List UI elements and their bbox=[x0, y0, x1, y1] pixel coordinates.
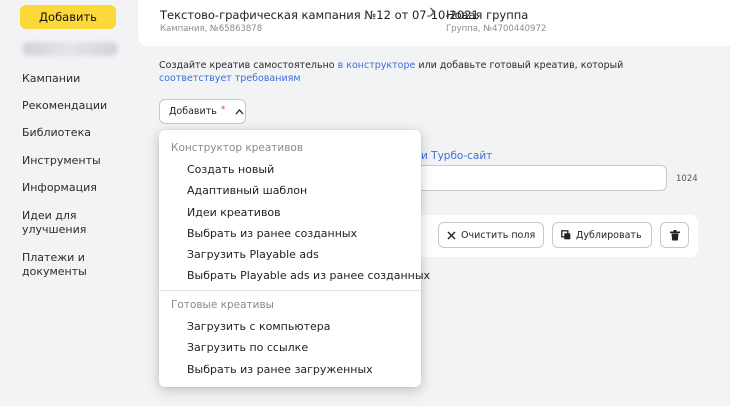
turbo-site-link[interactable]: и Турбо-сайт bbox=[421, 150, 492, 162]
duplicate-label: Дублировать bbox=[576, 229, 642, 241]
menu-item-upload-playable[interactable]: Загрузить Playable ads bbox=[187, 248, 319, 261]
menu-item-upload-computer[interactable]: Загрузить с компьютера bbox=[187, 320, 331, 333]
breadcrumb: Текстово-графическая кампания №12 от 07-… bbox=[138, 0, 730, 46]
menu-divider bbox=[159, 290, 421, 291]
intro-text-part: Создайте креатив самостоятельно bbox=[159, 60, 338, 71]
sidebar-item-campaigns[interactable]: Кампании bbox=[22, 72, 132, 86]
chevron-right-icon bbox=[429, 7, 436, 20]
delete-button[interactable] bbox=[660, 222, 689, 248]
menu-item-creative-ideas[interactable]: Идеи креативов bbox=[187, 206, 281, 219]
breadcrumb-group-sub: Группа, №4700440972 bbox=[446, 24, 547, 34]
sidebar-item-tools[interactable]: Инструменты bbox=[22, 154, 132, 168]
breadcrumb-campaign-sub: Кампания, №65863878 bbox=[160, 24, 263, 34]
text-input[interactable] bbox=[408, 165, 667, 191]
char-counter: 1024 bbox=[676, 174, 698, 184]
add-button[interactable]: Добавить bbox=[20, 5, 116, 29]
sidebar-item-ideas[interactable]: Идеи для улучшения bbox=[22, 209, 92, 237]
creative-intro-text: Создайте креатив самостоятельно в констр… bbox=[159, 59, 679, 85]
account-name-blurred bbox=[22, 42, 118, 56]
sidebar-item-recommendations[interactable]: Рекомендации bbox=[22, 99, 132, 113]
duplicate-button[interactable]: Дублировать bbox=[552, 222, 652, 248]
clear-fields-button[interactable]: Очистить поля bbox=[438, 222, 544, 248]
add-creative-menu: Конструктор креативов Создать новый Адап… bbox=[159, 130, 430, 387]
breadcrumb-group-title[interactable]: Новая группа bbox=[446, 8, 528, 22]
clear-fields-label: Очистить поля bbox=[461, 229, 536, 241]
menu-item-select-playable[interactable]: Выбрать Playable ads из ранее созданных bbox=[187, 269, 430, 282]
copy-icon bbox=[561, 230, 571, 240]
menu-item-adaptive-template[interactable]: Адаптивный шаблон bbox=[187, 184, 307, 197]
constructor-link[interactable]: в конструкторе bbox=[338, 60, 416, 71]
menu-item-select-uploaded[interactable]: Выбрать из ранее загруженных bbox=[187, 363, 373, 376]
sidebar-item-payments[interactable]: Платежи и документы bbox=[22, 251, 102, 279]
intro-text-part: или добавьте готовый креатив, который bbox=[415, 60, 624, 71]
sidebar-item-information[interactable]: Информация bbox=[22, 181, 132, 195]
trash-icon bbox=[670, 229, 680, 240]
menu-item-create-new[interactable]: Создать новый bbox=[187, 163, 274, 176]
menu-group-title: Конструктор креативов bbox=[171, 142, 304, 154]
close-icon bbox=[447, 231, 456, 239]
menu-item-select-created[interactable]: Выбрать из ранее созданных bbox=[187, 227, 357, 240]
requirements-link[interactable]: соответствует требованиям bbox=[159, 73, 301, 84]
required-mark: * bbox=[220, 104, 226, 115]
add-creative-dropdown[interactable]: Добавить * bbox=[159, 99, 246, 124]
chevron-up-icon bbox=[235, 108, 244, 116]
dropdown-label: Добавить bbox=[169, 106, 217, 117]
menu-group-title: Готовые креативы bbox=[171, 299, 274, 311]
sidebar-item-library[interactable]: Библиотека bbox=[22, 126, 132, 140]
menu-item-upload-link[interactable]: Загрузить по ссылке bbox=[187, 341, 308, 354]
